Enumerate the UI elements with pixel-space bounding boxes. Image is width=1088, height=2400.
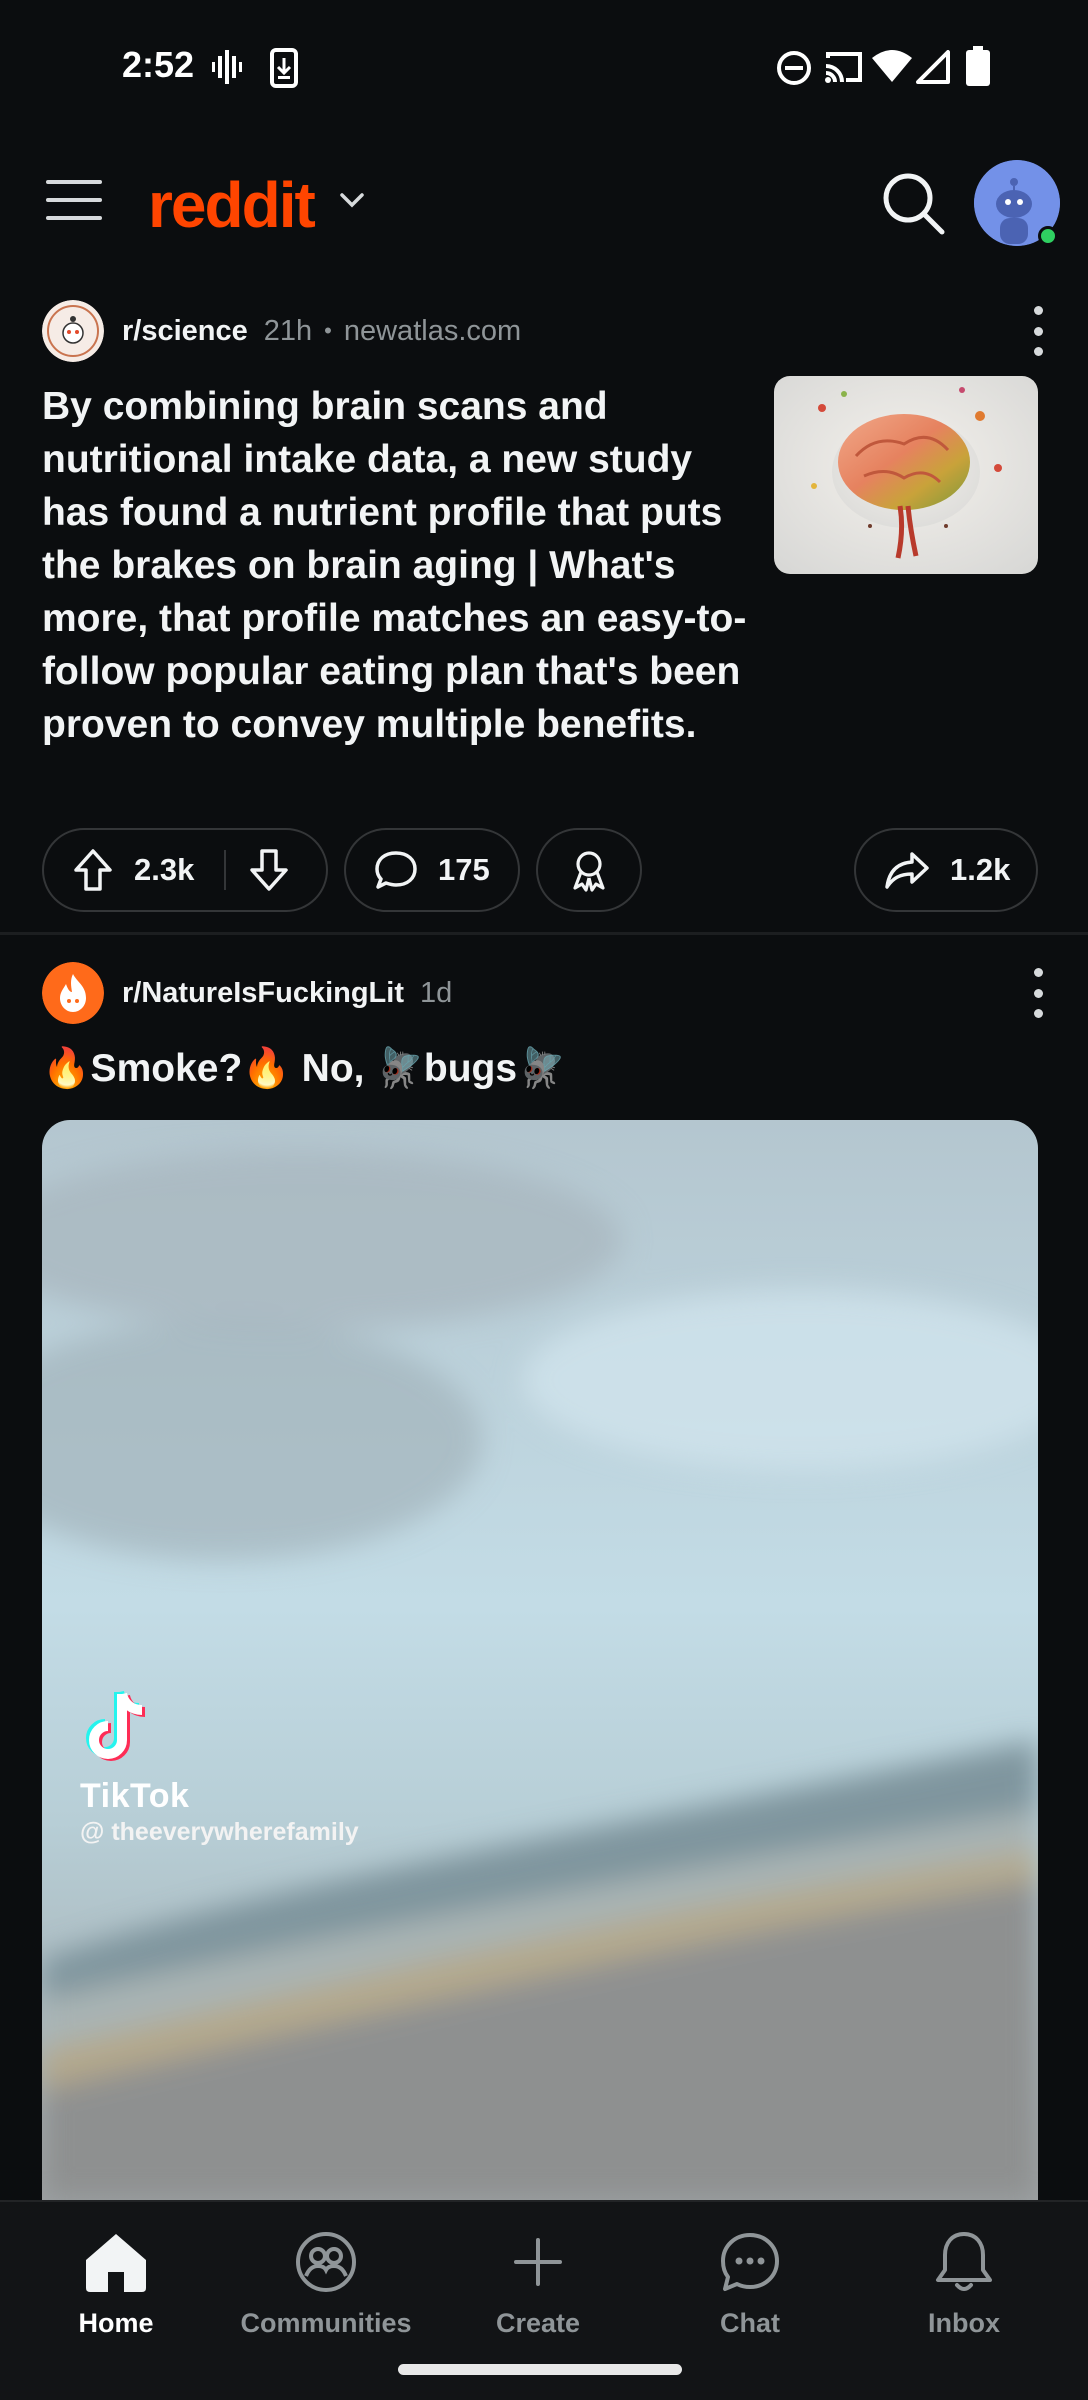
award-icon <box>573 851 605 892</box>
tiktok-handle-text: @ theeverywherefamily <box>80 1818 359 1846</box>
cast-icon <box>825 52 862 83</box>
meta-separator: • <box>324 318 332 343</box>
video-player[interactable]: TikTok @ theeverywherefamily <box>42 1120 1038 2200</box>
post-card[interactable]: r/science 21h • newatlas.com By combinin… <box>0 280 1088 930</box>
post-title[interactable]: 🔥Smoke?🔥 No, 🪰bugs🪰 <box>42 1042 1042 1095</box>
nav-communities[interactable]: Communities <box>236 2226 416 2339</box>
post-divider <box>0 932 1088 935</box>
reddit-logo[interactable]: reddit <box>148 168 316 242</box>
share-icon <box>885 852 929 889</box>
post-age: 1d <box>420 976 453 1009</box>
battery-icon <box>966 46 990 86</box>
post-meta: r/science 21h • newatlas.com <box>42 300 521 362</box>
status-bar: 2:52 <box>0 0 1088 130</box>
search-icon[interactable] <box>880 170 946 236</box>
download-icon <box>270 48 298 88</box>
wifi-icon <box>872 50 912 82</box>
post-thumbnail[interactable] <box>774 376 1038 574</box>
do-not-disturb-icon <box>777 51 811 85</box>
nav-chat-label: Chat <box>720 2308 780 2338</box>
online-status-dot <box>1038 226 1058 246</box>
nav-home[interactable]: Home <box>26 2226 206 2339</box>
app-header: reddit <box>0 130 1088 280</box>
subreddit-name[interactable]: r/science <box>122 315 248 348</box>
menu-icon[interactable] <box>46 180 102 224</box>
brain-illustration <box>774 376 1038 574</box>
comments-button[interactable]: 175 <box>344 828 520 912</box>
status-time: 2:52 <box>122 44 195 85</box>
vote-divider <box>224 850 227 890</box>
chevron-down-icon[interactable] <box>338 190 366 210</box>
video-frame <box>42 1120 1038 2200</box>
more-options-icon[interactable] <box>1028 968 1048 1018</box>
comment-icon <box>375 851 417 889</box>
tiktok-logo-icon <box>86 1690 146 1761</box>
post-title[interactable]: By combining brain scans and nutritional… <box>42 380 762 751</box>
nav-inbox-label: Inbox <box>928 2308 1000 2338</box>
home-icon <box>86 2234 146 2292</box>
plus-icon <box>514 2238 562 2286</box>
upvote-icon[interactable] <box>72 848 114 892</box>
bell-icon <box>936 2232 992 2291</box>
award-button[interactable] <box>536 828 642 912</box>
subreddit-icon[interactable] <box>42 300 104 362</box>
tiktok-brand-text: TikTok <box>80 1777 190 1815</box>
vibrate-icon <box>212 50 242 84</box>
post-meta: r/NatureIsFuckingLit 1d <box>42 962 452 1024</box>
nav-inbox[interactable]: Inbox <box>874 2226 1054 2339</box>
post-age: 21h <box>263 314 313 347</box>
subreddit-name[interactable]: r/NatureIsFuckingLit <box>122 977 404 1010</box>
post-card[interactable]: r/NatureIsFuckingLit 1d 🔥Smoke?🔥 No, 🪰bu… <box>0 936 1088 2200</box>
chat-icon <box>721 2233 779 2291</box>
nav-create-label: Create <box>495 2308 581 2338</box>
tiktok-watermark: TikTok @ theeverywherefamily <box>80 1688 480 1847</box>
share-count: 1.2k <box>950 852 1011 887</box>
nav-home-label: Home <box>78 2308 154 2338</box>
upvote-count: 2.3k <box>134 852 195 887</box>
signal-icon <box>916 50 950 84</box>
share-button[interactable]: 1.2k <box>854 828 1038 912</box>
nav-create[interactable]: Create <box>448 2226 628 2339</box>
downvote-icon[interactable] <box>248 848 290 892</box>
nav-chat[interactable]: Chat <box>660 2226 840 2339</box>
post-domain[interactable]: newatlas.com <box>344 315 521 348</box>
nav-communities-label: Communities <box>240 2308 412 2338</box>
vote-pill: 2.3k <box>42 828 328 912</box>
subreddit-icon[interactable] <box>42 962 104 1024</box>
home-indicator[interactable] <box>398 2364 682 2375</box>
communities-icon <box>296 2232 356 2292</box>
more-options-icon[interactable] <box>1028 306 1048 356</box>
comment-count: 175 <box>438 852 490 887</box>
